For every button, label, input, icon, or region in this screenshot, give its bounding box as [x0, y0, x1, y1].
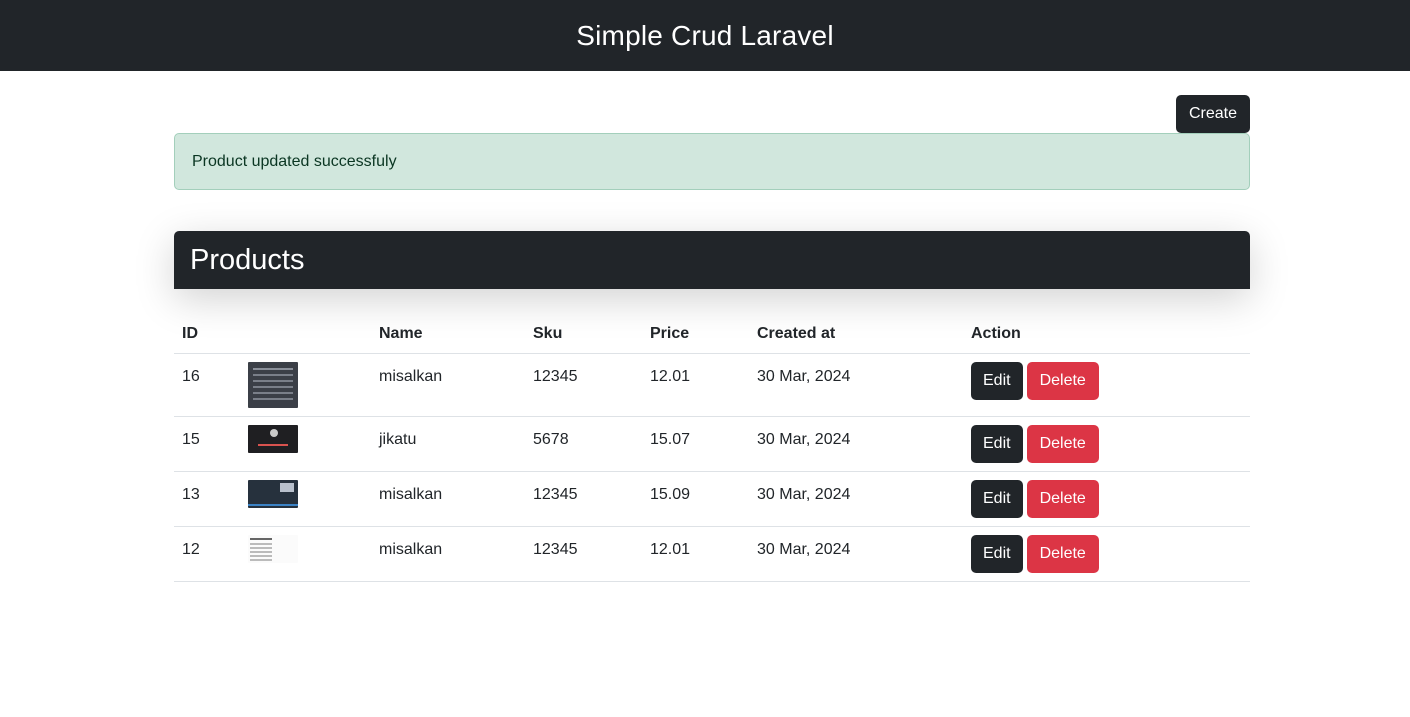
cell-image [240, 353, 371, 417]
cell-sku: 12345 [525, 471, 642, 527]
cell-price: 15.09 [642, 471, 749, 527]
row-actions: Edit Delete [971, 534, 1242, 573]
table-row: 12 misalkan 12345 12.01 30 Mar, 2024 Edi… [174, 526, 1250, 582]
cell-image [240, 526, 371, 582]
cell-sku: 12345 [525, 353, 642, 417]
product-thumbnail [248, 361, 298, 408]
cell-price: 15.07 [642, 416, 749, 472]
delete-button[interactable]: Delete [1026, 534, 1099, 573]
cell-actions: Edit Delete [963, 353, 1250, 417]
cell-actions: Edit Delete [963, 526, 1250, 582]
cell-created-at: 30 Mar, 2024 [749, 353, 963, 417]
cell-sku: 12345 [525, 526, 642, 582]
cell-id: 16 [174, 353, 240, 417]
product-thumbnail [248, 534, 298, 563]
toolbar: Create [174, 95, 1250, 133]
table-row: 13 misalkan 12345 15.09 30 Mar, 2024 Edi… [174, 471, 1250, 527]
edit-button[interactable]: Edit [971, 534, 1023, 573]
success-alert: Product updated successfuly [174, 133, 1250, 190]
edit-button[interactable]: Edit [971, 479, 1023, 518]
cell-id: 15 [174, 416, 240, 472]
card-title: Products [190, 243, 305, 276]
cell-id: 12 [174, 526, 240, 582]
table-row: 15 jikatu 5678 15.07 30 Mar, 2024 Edit D… [174, 416, 1250, 472]
delete-button[interactable]: Delete [1026, 424, 1099, 463]
products-table: ID Name Sku Price Created at Action 16 m… [174, 315, 1250, 582]
row-actions: Edit Delete [971, 424, 1242, 463]
edit-button[interactable]: Edit [971, 424, 1023, 463]
create-button[interactable]: Create [1175, 95, 1250, 133]
column-header-action: Action [963, 315, 1250, 354]
cell-image [240, 471, 371, 527]
delete-button[interactable]: Delete [1026, 479, 1099, 518]
cell-image [240, 416, 371, 472]
delete-button[interactable]: Delete [1026, 361, 1099, 400]
alert-message: Product updated successfuly [192, 152, 397, 170]
cell-name: misalkan [371, 353, 525, 417]
cell-price: 12.01 [642, 526, 749, 582]
top-navbar: Simple Crud Laravel [0, 0, 1410, 71]
column-header-price: Price [642, 315, 749, 354]
column-header-image [240, 315, 371, 354]
cell-price: 12.01 [642, 353, 749, 417]
column-header-sku: Sku [525, 315, 642, 354]
product-thumbnail [248, 424, 298, 453]
cell-sku: 5678 [525, 416, 642, 472]
column-header-created-at: Created at [749, 315, 963, 354]
cell-id: 13 [174, 471, 240, 527]
cell-created-at: 30 Mar, 2024 [749, 526, 963, 582]
cell-created-at: 30 Mar, 2024 [749, 471, 963, 527]
app-title: Simple Crud Laravel [576, 19, 834, 51]
cell-name: misalkan [371, 526, 525, 582]
cell-created-at: 30 Mar, 2024 [749, 416, 963, 472]
row-actions: Edit Delete [971, 479, 1242, 518]
row-actions: Edit Delete [971, 361, 1242, 400]
edit-button[interactable]: Edit [971, 361, 1023, 400]
cell-actions: Edit Delete [963, 471, 1250, 527]
card-header: Products [174, 231, 1250, 289]
table-header-row: ID Name Sku Price Created at Action [174, 315, 1250, 354]
products-card: Products ID Name Sku Price Created at Ac… [174, 231, 1250, 582]
cell-name: misalkan [371, 471, 525, 527]
main-container: Create Product updated successfuly Produ… [174, 71, 1250, 582]
product-thumbnail [248, 479, 298, 508]
cell-actions: Edit Delete [963, 416, 1250, 472]
cell-name: jikatu [371, 416, 525, 472]
column-header-id: ID [174, 315, 240, 354]
table-row: 16 misalkan 12345 12.01 30 Mar, 2024 Edi… [174, 353, 1250, 417]
column-header-name: Name [371, 315, 525, 354]
